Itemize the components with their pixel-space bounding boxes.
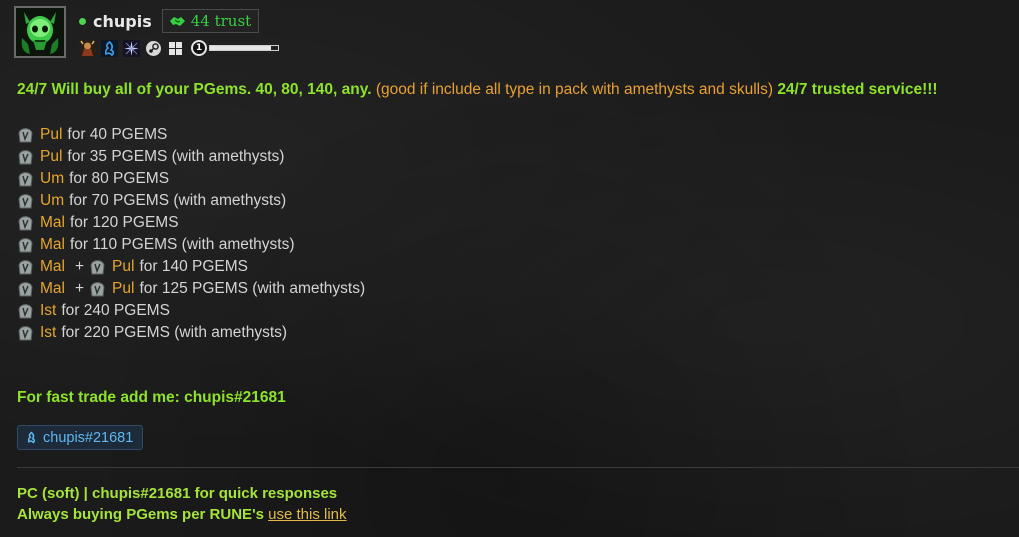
rune-list-item: Mal for 120 PGEMS <box>17 212 1009 234</box>
battlenet-tag-label: chupis#21681 <box>43 429 134 446</box>
username-line: chupis 44 trust <box>79 9 260 33</box>
post-body: 24/7 Will buy all of your PGems. 40, 80,… <box>17 80 1009 344</box>
level-progress-bar <box>209 45 279 51</box>
rune-stone-icon <box>17 259 34 276</box>
signature: PC (soft) | chupis#21681 for quick respo… <box>17 483 347 525</box>
signature-line-1: PC (soft) | chupis#21681 for quick respo… <box>17 485 338 502</box>
level-progress-fill <box>210 46 272 50</box>
rune-stone-icon <box>17 149 34 166</box>
barbarian-class-icon[interactable] <box>79 39 96 57</box>
announcement-part-2: (good if include all type in pack with a… <box>375 81 773 98</box>
rune-name: Pul <box>40 148 63 165</box>
rune-name: Ist <box>40 302 57 319</box>
rune-list-item: Pul for 35 PGEMS (with amethysts) <box>17 146 1009 168</box>
battlenet-icon[interactable] <box>101 39 118 57</box>
online-status-indicator <box>79 17 86 25</box>
rune-name: Mal <box>40 236 65 253</box>
rune-list-item: Mal + Pul for 140 PGEMS <box>17 256 1009 278</box>
rune-name: Pul <box>112 258 135 275</box>
rune-name: Um <box>40 170 65 187</box>
rune-list-item: Mal + Pul for 125 PGEMS (with amethysts) <box>17 278 1009 300</box>
rune-list-item: Pul for 40 PGEMS <box>17 124 1009 146</box>
battlenet-tag-button[interactable]: chupis#21681 <box>17 425 144 450</box>
rune-stone-icon <box>17 325 34 342</box>
plus-sign: + <box>74 258 85 275</box>
signature-line-2-text: Always buying PGems per RUNE's <box>17 506 264 523</box>
rune-price-list: Pul for 40 PGEMS Pul for 35 PGEMS (with ame… <box>17 124 1009 344</box>
rune-price-text: for 110 PGEMS (with amethysts) <box>69 236 295 253</box>
announcement: 24/7 Will buy all of your PGems. 40, 80,… <box>17 80 1009 100</box>
trust-count: 44 trust <box>190 12 252 30</box>
fast-trade-text: For fast trade add me: chupis#21681 <box>17 389 286 406</box>
rune-price-text: for 70 PGEMS (with amethysts) <box>69 192 287 209</box>
announcement-part-3: 24/7 trusted service!!! <box>777 81 938 98</box>
use-this-link[interactable]: use this link <box>268 506 346 523</box>
rune-stone-icon <box>17 171 34 188</box>
avatar[interactable] <box>14 6 66 58</box>
rune-name: Mal <box>40 280 65 297</box>
username[interactable]: chupis <box>93 12 152 31</box>
signature-line-2: Always buying PGems per RUNE's use this … <box>17 504 347 525</box>
rune-list-item: Ist for 240 PGEMS <box>17 300 1009 322</box>
plus-sign: + <box>74 280 85 297</box>
rune-name: Ist <box>40 324 57 341</box>
rune-price-text: for 120 PGEMS <box>69 214 179 231</box>
rune-list-item: Um for 80 PGEMS <box>17 168 1009 190</box>
rune-stone-icon <box>89 281 106 298</box>
handshake-icon <box>169 17 185 26</box>
rune-price-text: for 35 PGEMS (with amethysts) <box>67 148 285 165</box>
rune-stone-icon <box>17 281 34 298</box>
windows-icon[interactable] <box>167 40 184 57</box>
rune-price-text: for 125 PGEMS (with amethysts) <box>139 280 366 297</box>
signature-divider <box>17 467 1019 468</box>
rune-name: Pul <box>40 126 63 143</box>
level-number: 1 <box>191 40 207 56</box>
trust-badge[interactable]: 44 trust <box>161 9 260 33</box>
rune-name: Mal <box>40 214 65 231</box>
rune-list-item: Um for 70 PGEMS (with amethysts) <box>17 190 1009 212</box>
rune-stone-icon <box>17 215 34 232</box>
rune-price-text: for 140 PGEMS <box>139 258 248 275</box>
rune-price-text: for 80 PGEMS <box>69 170 170 187</box>
user-badges: 1 <box>79 39 279 57</box>
steam-icon[interactable] <box>145 40 162 57</box>
starburst-icon[interactable] <box>123 39 140 57</box>
battlenet-icon <box>27 431 36 444</box>
rune-stone-icon <box>89 259 106 276</box>
green-demon-skull-icon <box>16 8 64 56</box>
rune-name: Mal <box>40 258 65 275</box>
user-level[interactable]: 1 <box>191 40 279 56</box>
rune-stone-icon <box>17 237 34 254</box>
rune-name: Pul <box>112 280 135 297</box>
rune-price-text: for 40 PGEMS <box>67 126 168 143</box>
rune-price-text: for 240 PGEMS <box>61 302 170 319</box>
rune-stone-icon <box>17 127 34 144</box>
rune-list-item: Ist for 220 PGEMS (with amethysts) <box>17 322 1009 344</box>
rune-name: Um <box>40 192 65 209</box>
rune-stone-icon <box>17 193 34 210</box>
rune-stone-icon <box>17 303 34 320</box>
announcement-part-1: 24/7 Will buy all of your PGems. 40, 80,… <box>17 81 372 98</box>
rune-list-item: Mal for 110 PGEMS (with amethysts) <box>17 234 1009 256</box>
rune-price-text: for 220 PGEMS (with amethysts) <box>61 324 288 341</box>
